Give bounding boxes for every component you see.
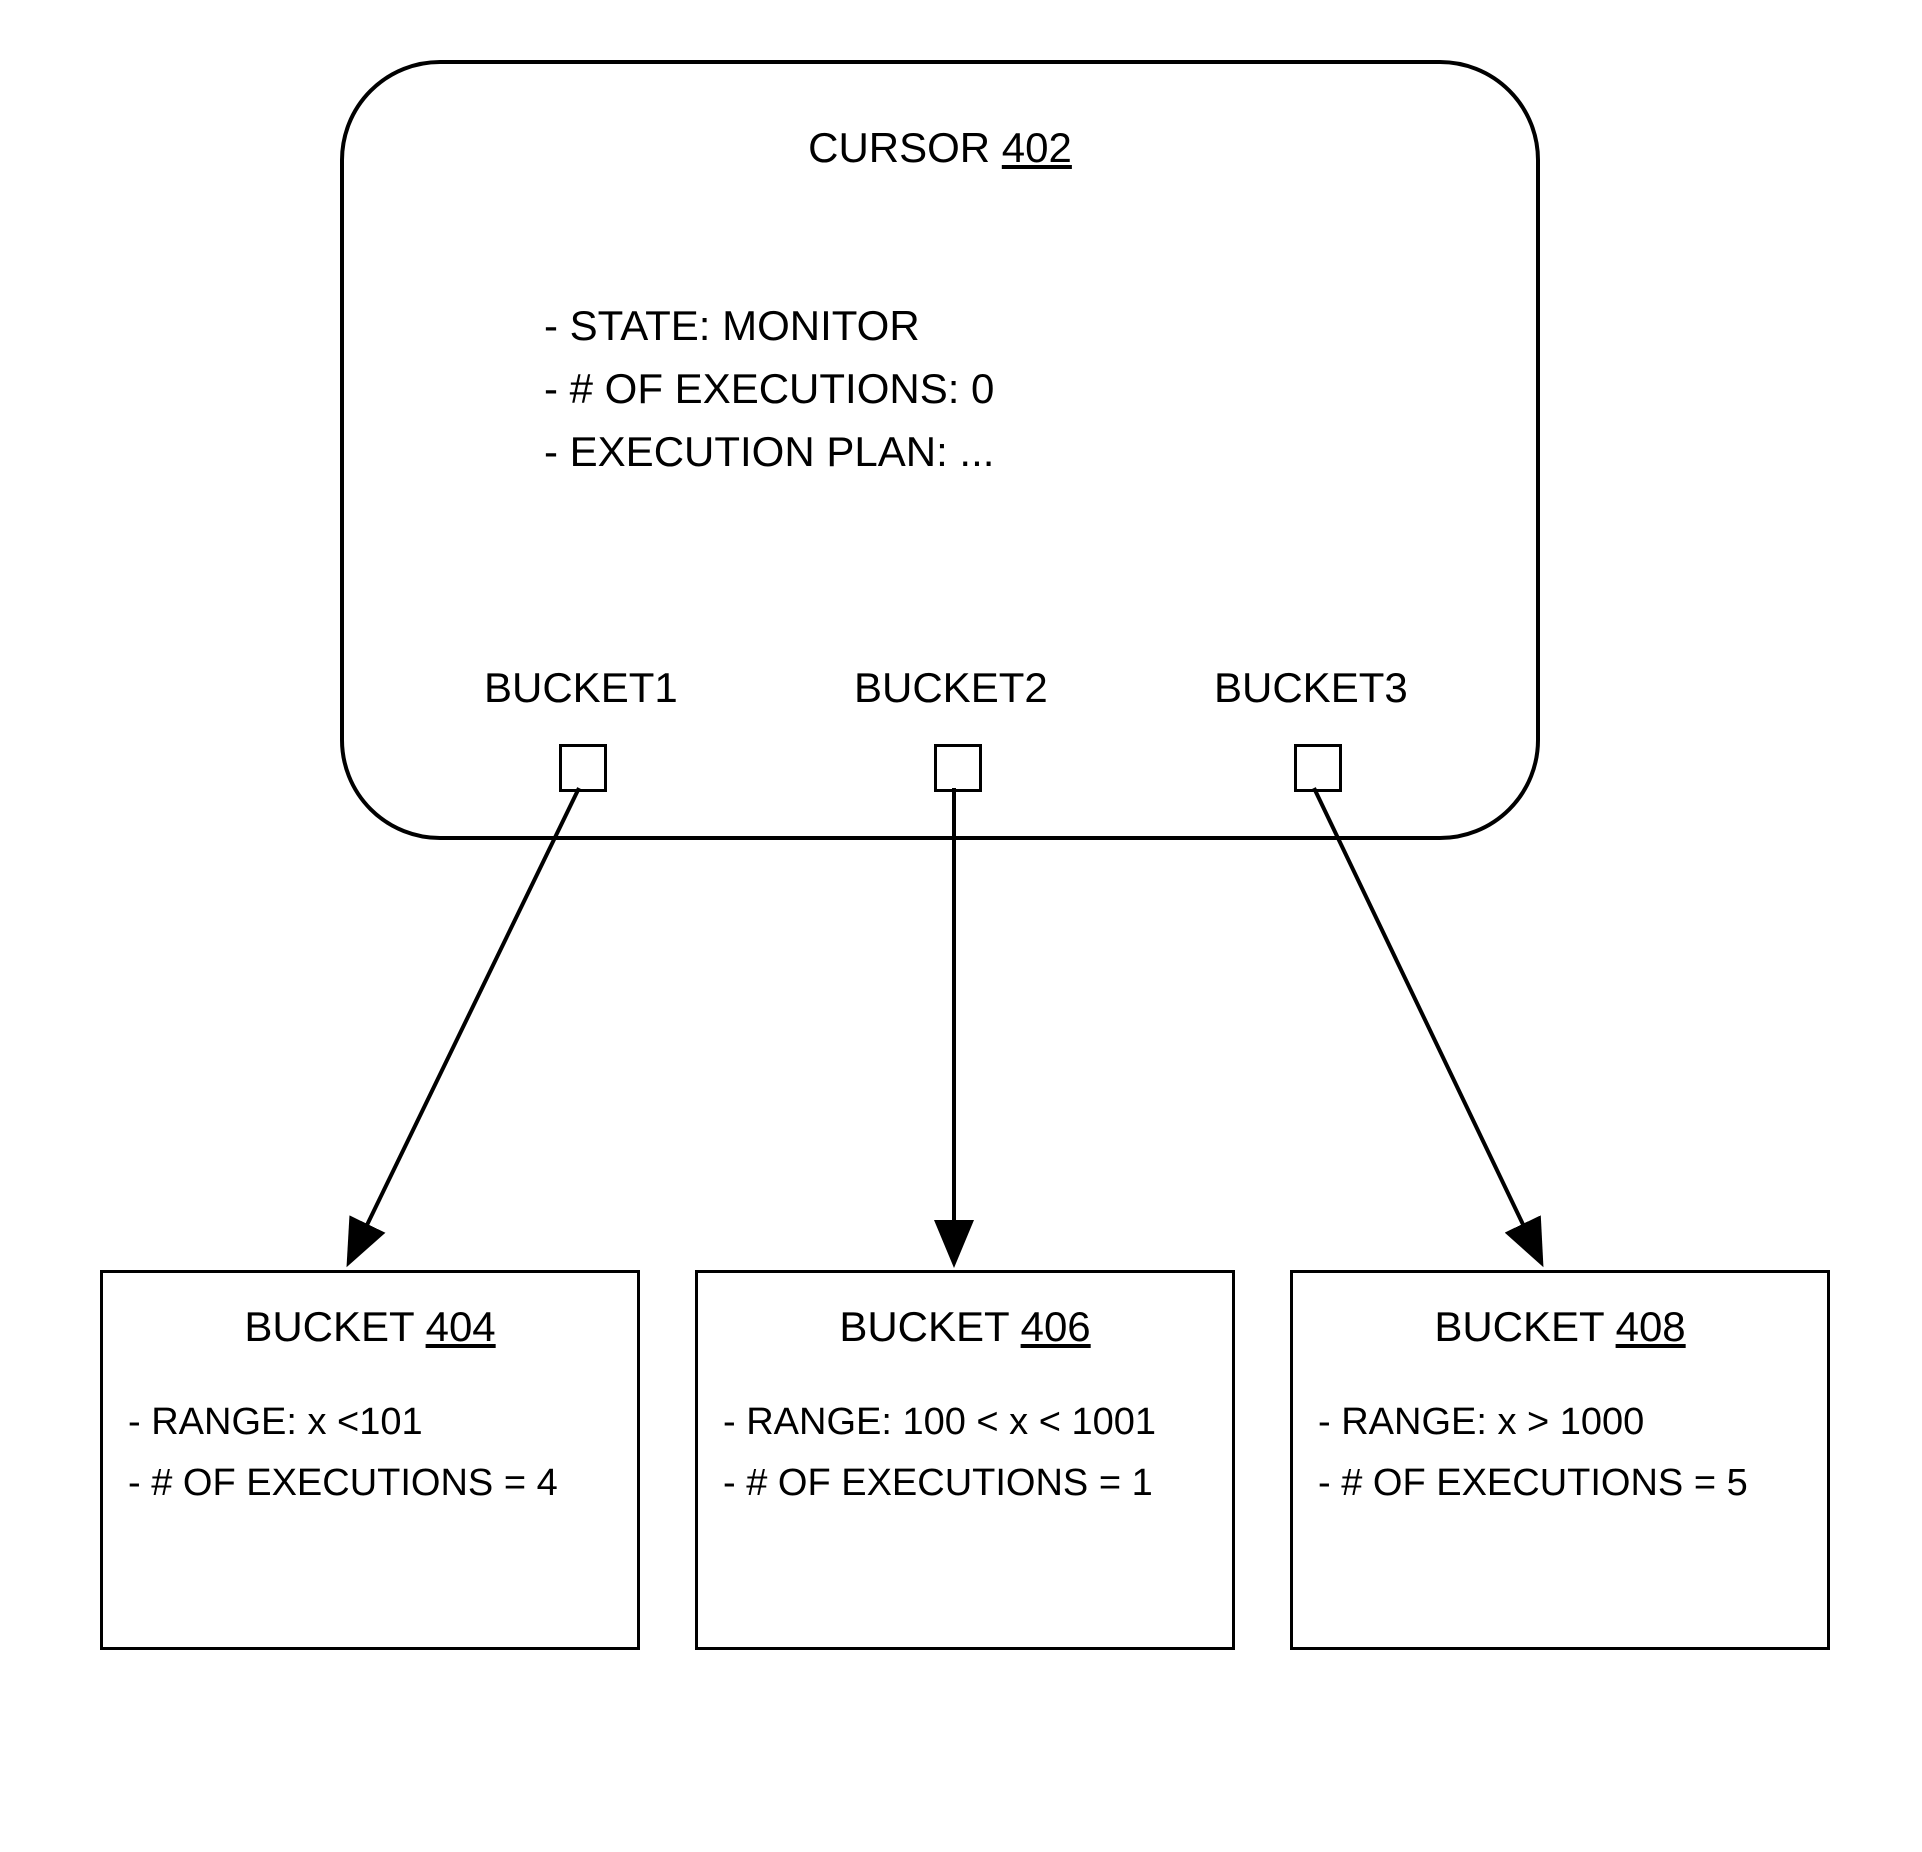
arrow-bucket1	[350, 788, 579, 1260]
arrows-svg	[0, 0, 1922, 1852]
arrow-bucket3	[1314, 788, 1540, 1260]
